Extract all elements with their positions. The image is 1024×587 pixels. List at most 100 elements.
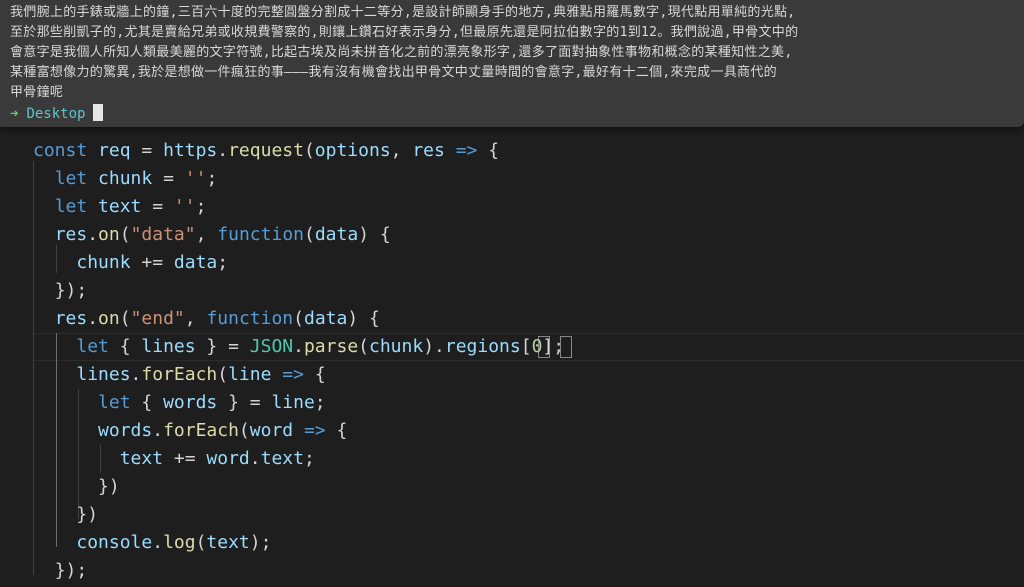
code-token: res [412, 140, 445, 161]
code-editor[interactable]: const req = https.request(options, res =… [0, 127, 1024, 587]
code-line[interactable]: lines.forEach(line => { [33, 361, 325, 389]
code-token: += [163, 448, 207, 469]
prompt-directory: Desktop [26, 106, 86, 122]
code-token: data [314, 224, 359, 245]
code-token: ) { [347, 308, 380, 329]
code-token: ( [293, 308, 304, 329]
code-token: '' [184, 168, 207, 189]
code-token: , [195, 224, 218, 245]
code-token: ); [249, 532, 272, 553]
code-line[interactable]: res.on("data", function(data) { [33, 221, 391, 249]
code-token: let [54, 168, 88, 189]
code-token: let [54, 196, 88, 217]
code-token: const [33, 140, 88, 161]
terminal-output-line: 甲骨鐘呢 [10, 85, 64, 100]
code-token: JSON [249, 336, 294, 357]
code-token: } = [195, 336, 250, 357]
code-token: . [249, 448, 261, 469]
code-token: text [206, 532, 250, 553]
code-token: words [163, 392, 218, 413]
code-line[interactable]: text += word.text; [33, 445, 315, 473]
code-token: '' [173, 196, 196, 217]
code-token: { [488, 140, 500, 161]
code-token: { [336, 420, 348, 441]
code-token: => [444, 140, 489, 161]
code-token: ( [217, 364, 229, 385]
code-token: regions [444, 336, 521, 357]
code-token: , [184, 308, 207, 329]
code-token: { [130, 392, 164, 413]
code-token: ; [314, 392, 326, 413]
code-token: word [206, 448, 250, 469]
code-token: ). [423, 336, 445, 357]
code-token: += [130, 252, 174, 273]
code-token: https [163, 140, 218, 161]
code-token: [ [520, 336, 532, 357]
terminal-output-line: 我們腕上的手錶或牆上的鐘,三百六十度的完整圓盤分割成十二等分,是設計師顯身手的地… [10, 5, 796, 20]
code-token: let [76, 336, 109, 357]
terminal-prompt[interactable]: ➜ Desktop [10, 104, 104, 124]
code-token: { [108, 336, 142, 357]
code-line[interactable]: res.on("end", function(data) { [33, 305, 380, 333]
code-token: ( [119, 224, 131, 245]
code-token: = [152, 168, 185, 189]
code-token: forEach [141, 364, 218, 385]
code-token: . [130, 364, 142, 385]
code-token: on [98, 308, 120, 329]
code-token: }) [98, 476, 120, 497]
code-line[interactable]: }); [33, 557, 88, 585]
code-line[interactable]: }); [33, 277, 88, 305]
terminal-output-line: 至於那些削凱子的,尤其是賣給兄弟或收規費警察的,則鑲上鑽石好表示身分,但最原先還… [10, 25, 799, 40]
code-line[interactable]: words.forEach(word => { [33, 417, 347, 445]
code-token: ; [217, 252, 229, 273]
code-token: request [228, 140, 304, 161]
code-token: chunk [76, 252, 131, 273]
code-line[interactable]: console.log(text); [33, 529, 271, 557]
code-token: line [271, 392, 315, 413]
code-token: , [390, 140, 413, 161]
code-token: = [130, 140, 164, 161]
terminal-cursor [93, 104, 104, 121]
code-token: ( [304, 224, 315, 245]
code-line[interactable]: let chunk = ''; [33, 165, 218, 193]
code-token: . [87, 308, 99, 329]
terminal-window[interactable]: 我們腕上的手錶或牆上的鐘,三百六十度的完整圓盤分割成十二等分,是設計師顯身手的地… [0, 0, 1024, 127]
code-token: . [87, 224, 99, 245]
code-line[interactable]: let text = ''; [33, 193, 207, 221]
code-line[interactable]: }) [33, 501, 98, 529]
code-line[interactable]: chunk += data; [33, 249, 228, 277]
code-token: }); [54, 280, 88, 301]
code-token: ) { [358, 224, 391, 245]
code-token: ( [195, 532, 207, 553]
code-line[interactable]: const req = https.request(options, res =… [33, 137, 499, 165]
code-token: ( [238, 420, 250, 441]
code-token: forEach [163, 420, 239, 441]
code-token: parse [303, 336, 359, 357]
code-token: line [228, 364, 272, 385]
code-line[interactable]: let { lines } = JSON.parse(chunk).region… [33, 333, 564, 361]
code-token: log [163, 532, 196, 553]
code-token: lines [141, 336, 196, 357]
code-token: console [76, 532, 153, 553]
prompt-arrow-icon: ➜ [10, 106, 19, 122]
code-line[interactable]: let { words } = line; [33, 389, 326, 417]
code-token: ; [303, 448, 315, 469]
code-line[interactable]: }) [33, 473, 120, 501]
code-token: . [217, 140, 229, 161]
code-token: on [98, 224, 120, 245]
code-token: ( [119, 308, 131, 329]
code-token: text [260, 448, 304, 469]
code-token: 0 [531, 336, 543, 357]
